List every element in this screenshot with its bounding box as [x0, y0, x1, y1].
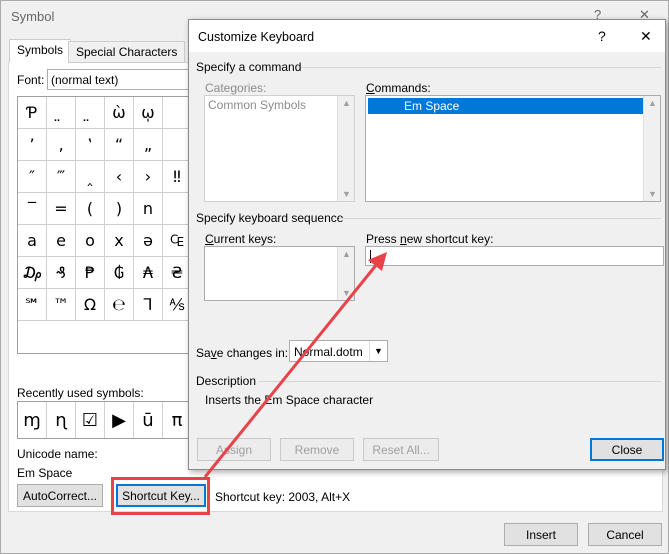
scrollbar[interactable]: ▲ ▼	[643, 96, 660, 201]
description-text: Inserts the Em Space character	[205, 393, 374, 407]
ck-close-icon[interactable]: ✕	[640, 28, 652, 45]
highlight-box	[111, 477, 210, 515]
symbol-cell[interactable]: ‛	[76, 129, 105, 161]
tab-special-characters[interactable]: Special Characters	[68, 41, 186, 63]
assign-button[interactable]: Assign	[197, 438, 271, 461]
symbol-cell[interactable]: (	[76, 193, 105, 225]
tab-symbols[interactable]: Symbols	[9, 39, 72, 63]
symbol-cell[interactable]: =	[47, 193, 76, 225]
insert-button[interactable]: Insert	[504, 523, 578, 546]
unicode-name-label: Unicode name:	[17, 447, 98, 461]
symbol-cell[interactable]: ὼ	[105, 97, 134, 129]
recent-symbols[interactable]: ɱ ɳ ☑ ▶ ū π	[17, 401, 194, 439]
symbol-cell[interactable]: ⅂	[134, 289, 163, 321]
divider	[339, 218, 661, 219]
symbol-cell[interactable]: ″	[18, 161, 47, 193]
symbol-cell[interactable]: ™	[47, 289, 76, 321]
ck-help-icon[interactable]: ?	[598, 28, 606, 44]
symbol-cell[interactable]: ‚	[47, 129, 76, 161]
symbol-cell[interactable]: ‹	[105, 161, 134, 193]
specify-sequence-label: Specify keyboard sequence	[196, 211, 344, 225]
list-item[interactable]: Em Space	[368, 98, 643, 114]
symbol-cell[interactable]: ℮	[105, 289, 134, 321]
cancel-button[interactable]: Cancel	[588, 523, 662, 546]
symbol-cell[interactable]: ’	[18, 129, 47, 161]
recent-symbol-cell[interactable]: ɳ	[47, 402, 76, 438]
recent-symbol-cell[interactable]: ū	[134, 402, 163, 438]
recent-symbol-cell[interactable]: ɱ	[18, 402, 47, 438]
unicode-name-value: Em Space	[17, 466, 73, 480]
symbol-cell[interactable]: ₳	[134, 257, 163, 289]
symbol-grid[interactable]: Ƥ̤̤ὼῳ’‚‛“„″‴‸‹›‼‾=()naeoxə₠₯₰₱₲₳₴℠™Ω℮⅂⅍	[17, 96, 194, 354]
symbol-cell[interactable]: x	[105, 225, 134, 257]
symbol-cell[interactable]: ‾	[18, 193, 47, 225]
reset-all-button[interactable]: Reset All...	[363, 438, 439, 461]
specify-command-label: Specify a command	[196, 60, 302, 74]
symbol-cell[interactable]: )	[105, 193, 134, 225]
divider	[259, 381, 661, 382]
symbol-cell[interactable]: ₱	[76, 257, 105, 289]
chevron-down-icon[interactable]: ▼	[369, 341, 387, 361]
symbol-cell[interactable]: ə	[134, 225, 163, 257]
symbol-cell[interactable]: „	[134, 129, 163, 161]
scrollbar[interactable]: ▲ ▼	[337, 96, 354, 201]
symbol-cell[interactable]: o	[76, 225, 105, 257]
symbol-cell[interactable]: ‴	[47, 161, 76, 193]
autocorrect-button[interactable]: AutoCorrect...	[17, 484, 103, 507]
symbol-cell[interactable]: n	[134, 193, 163, 225]
recent-symbol-cell[interactable]: ▶	[105, 402, 134, 438]
symbol-cell[interactable]: e	[47, 225, 76, 257]
customize-keyboard-dialog: Customize Keyboard ? ✕ Specify a command…	[188, 19, 666, 470]
current-keys-list[interactable]: ▲ ▼	[204, 246, 355, 301]
recent-symbol-cell[interactable]: ☑	[76, 402, 105, 438]
symbol-cell[interactable]: ›	[134, 161, 163, 193]
description-label: Description	[196, 374, 257, 388]
symbol-cell[interactable]: ‸	[76, 161, 105, 193]
press-new-input[interactable]	[365, 246, 664, 266]
symbol-dialog-title: Symbol	[11, 9, 55, 24]
commands-list[interactable]: Em Space ▲ ▼	[365, 95, 661, 202]
commands-label: Commands:	[366, 81, 431, 95]
symbol-cell[interactable]: ₰	[47, 257, 76, 289]
symbol-cell[interactable]: ℠	[18, 289, 47, 321]
symbol-cell[interactable]: ̤	[47, 97, 76, 129]
current-keys-label: Current keys:	[205, 232, 277, 246]
font-select[interactable]: (normal text)	[47, 69, 197, 90]
divider	[301, 67, 661, 68]
list-item[interactable]: Common Symbols	[205, 96, 354, 114]
symbol-cell[interactable]: a	[18, 225, 47, 257]
font-label: Font:	[17, 73, 45, 87]
symbol-cell[interactable]: Ω	[76, 289, 105, 321]
symbol-cell[interactable]: ̤	[76, 97, 105, 129]
categories-list[interactable]: Common Symbols ▲ ▼	[204, 95, 355, 202]
close-button[interactable]: Close	[590, 438, 664, 461]
symbol-cell[interactable]: Ƥ	[18, 97, 47, 129]
symbol-cell[interactable]: ₲	[105, 257, 134, 289]
symbol-cell[interactable]: “	[105, 129, 134, 161]
symbol-cell[interactable]: ₯	[18, 257, 47, 289]
scrollbar[interactable]: ▲ ▼	[337, 247, 354, 300]
recently-used-label: Recently used symbols:	[17, 386, 144, 400]
symbol-cell[interactable]: ῳ	[134, 97, 163, 129]
press-new-label: Press new shortcut key:	[366, 232, 494, 246]
ck-title: Customize Keyboard	[198, 30, 315, 44]
remove-button[interactable]: Remove	[280, 438, 354, 461]
categories-label: Categories:	[205, 81, 267, 95]
save-changes-label: Save changes in:	[196, 346, 289, 360]
shortcut-key-text: Shortcut key: 2003, Alt+X	[215, 490, 351, 504]
text-cursor	[370, 250, 371, 263]
save-changes-select[interactable]: Normal.dotm ▼	[289, 340, 388, 362]
